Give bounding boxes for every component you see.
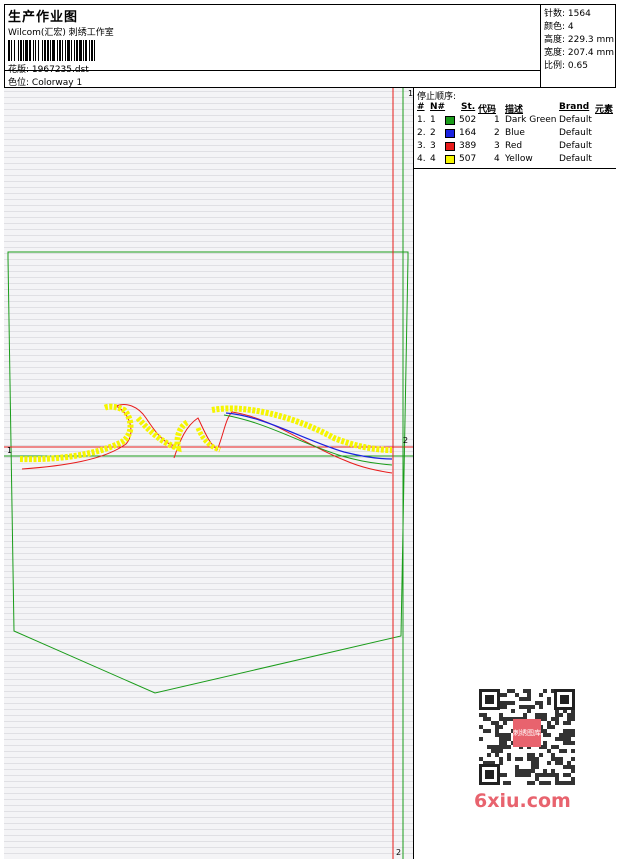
col-header-idx: #	[417, 102, 425, 112]
color-swatch	[445, 116, 455, 125]
marker-left: 1	[7, 446, 13, 455]
watermark: 6xiu.com	[474, 790, 571, 812]
row-desc: Dark Green	[505, 115, 557, 125]
row-stitches: 389	[459, 141, 477, 151]
panel-divider	[414, 168, 616, 169]
row-brand: Default	[559, 128, 592, 138]
row-desc: Blue	[505, 128, 525, 138]
row-code: 1	[494, 115, 500, 125]
row-no: 1	[430, 115, 436, 125]
colorway-value: Colorway 1	[31, 78, 83, 88]
wave-yellow-mid	[135, 416, 190, 453]
row-no: 3	[430, 141, 436, 151]
color-row[interactable]: 2. 2 164 2 Blue Default	[414, 128, 617, 141]
stop-sequence-title: 停止顺序:	[417, 92, 457, 102]
row-idx: 2.	[417, 128, 426, 138]
row-code: 2	[494, 128, 500, 138]
col-header-desc: 描述	[505, 105, 524, 115]
design-width: 宽度: 207.4 mm	[544, 48, 615, 58]
row-desc: Red	[505, 141, 523, 151]
color-swatch	[445, 142, 455, 151]
col-header-element: 元素	[595, 105, 614, 115]
pocket-outline	[7, 251, 409, 694]
row-idx: 3.	[417, 141, 426, 151]
row-idx: 4.	[417, 154, 426, 164]
row-stitches: 507	[459, 154, 477, 164]
color-row[interactable]: 1. 1 502 1 Dark Green Default	[414, 115, 617, 128]
color-swatch	[445, 155, 455, 164]
design-canvas[interactable]: 1 1 2 2	[4, 88, 413, 859]
color-row[interactable]: 3. 3 389 3 Red Default	[414, 141, 617, 154]
row-stitches: 164	[459, 128, 477, 138]
design-preview	[4, 88, 413, 859]
company-name: Wilcom(汇宏) 刺绣工作室	[8, 28, 114, 38]
row-stitches: 502	[459, 115, 477, 125]
stitch-count: 针数: 1564	[544, 9, 591, 19]
design-file: 花版: 1967235.dst	[8, 62, 89, 75]
qr-badge: 刺绣图库	[513, 719, 541, 747]
stats-box: 针数: 1564 颜色: 4 高度: 229.3 mm 宽度: 207.4 mm…	[541, 4, 616, 88]
row-code: 3	[494, 141, 500, 151]
header-info: 生产作业图 Wilcom(汇宏) 刺绣工作室 花版: 1967235.dst 色…	[4, 4, 541, 88]
wave-blue	[225, 412, 393, 460]
row-brand: Default	[559, 154, 592, 164]
page-title: 生产作业图	[8, 10, 79, 25]
col-header-code: 代码	[478, 105, 497, 115]
row-no: 2	[430, 128, 436, 138]
design-label: 花版:	[8, 65, 30, 75]
row-code: 4	[494, 154, 500, 164]
design-file-value: 1967235.dst	[31, 65, 89, 75]
color-count: 颜色: 4	[544, 22, 574, 32]
col-header-st: St.	[461, 102, 476, 112]
colorway-label: 色位:	[8, 78, 30, 88]
color-row[interactable]: 4. 4 507 4 Yellow Default	[414, 154, 617, 167]
design-scale: 比例: 0.65	[544, 61, 588, 71]
row-brand: Default	[559, 141, 592, 151]
color-swatch	[445, 129, 455, 138]
row-desc: Yellow	[505, 154, 533, 164]
marker-right: 2	[403, 436, 409, 445]
row-idx: 1.	[417, 115, 426, 125]
barcode	[8, 40, 145, 61]
design-height: 高度: 229.3 mm	[544, 35, 615, 45]
qr-code[interactable]: 刺绣图库	[471, 681, 583, 793]
col-header-no: N#	[430, 102, 446, 112]
marker-bottom: 2	[396, 848, 402, 857]
row-no: 4	[430, 154, 436, 164]
row-brand: Default	[559, 115, 592, 125]
colorway: 色位: Colorway 1	[8, 75, 82, 88]
col-header-brand: Brand	[559, 102, 590, 112]
